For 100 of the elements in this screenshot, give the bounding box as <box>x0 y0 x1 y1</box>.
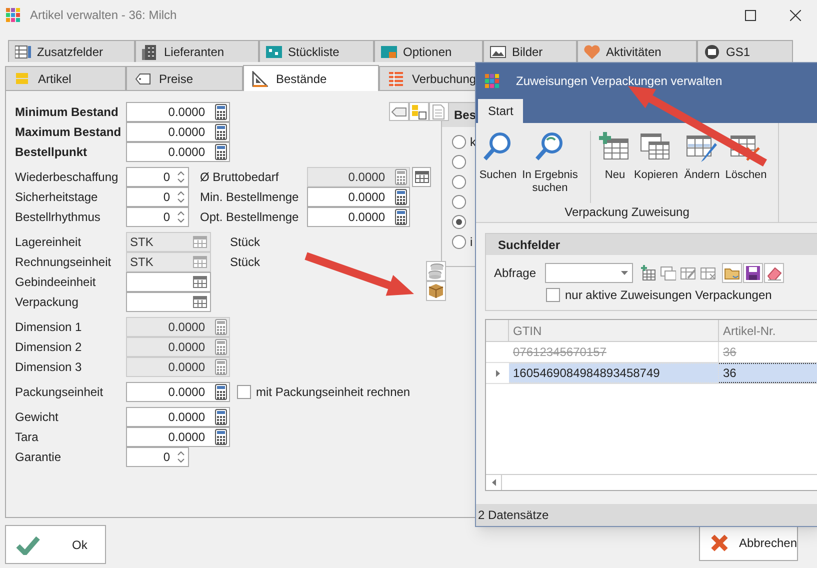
calculator-icon[interactable] <box>215 409 227 425</box>
radio-button[interactable] <box>452 135 466 149</box>
checkbox[interactable] <box>237 385 251 399</box>
copy-table-button[interactable] <box>659 264 677 282</box>
input-field[interactable]: 0.0000 <box>126 382 230 402</box>
save-button[interactable] <box>743 263 763 283</box>
input-field[interactable]: 0 <box>126 447 189 467</box>
field-label: Sicherheitstage <box>15 189 99 206</box>
column-header[interactable]: Artikel-Nr. <box>719 320 817 341</box>
ribbon-button[interactable]: Neu <box>598 131 632 182</box>
table-button[interactable] <box>412 167 431 187</box>
save-icon <box>745 265 761 281</box>
field-label: Opt. Bestellmenge <box>200 209 300 226</box>
tab[interactable]: Aktivitäten <box>577 40 697 62</box>
tab[interactable]: GS1 <box>697 40 793 62</box>
calculator-icon[interactable] <box>215 124 227 140</box>
ribbon-button[interactable]: Kopieren <box>632 131 680 182</box>
tab[interactable]: Optionen <box>374 40 483 62</box>
add-table-button[interactable] <box>639 264 657 282</box>
spinner-icon[interactable] <box>176 210 186 224</box>
box-button[interactable] <box>426 281 446 301</box>
tab[interactable]: Zusatzfelder <box>8 40 135 62</box>
input-field[interactable]: 0 <box>126 187 189 207</box>
input-field[interactable]: 0 <box>126 207 189 227</box>
table-icon[interactable] <box>414 171 428 183</box>
calculator-icon[interactable] <box>395 209 407 225</box>
input-field[interactable]: 0.0000 <box>126 142 230 162</box>
field-label: Rechnungseinheit <box>15 254 112 271</box>
input-field[interactable]: 0.0000 <box>126 102 230 122</box>
checkbox[interactable] <box>546 288 560 302</box>
input-field[interactable]: 0.0000 <box>126 427 230 447</box>
calculator-icon[interactable] <box>395 189 407 205</box>
radio-button[interactable] <box>452 195 466 209</box>
radio-button[interactable] <box>452 235 466 249</box>
panel-title: Suchfelder <box>498 236 560 254</box>
radio-button[interactable] <box>452 215 466 229</box>
tab[interactable]: Lieferanten <box>135 40 259 62</box>
table-cell: 1605469084984893458749 <box>509 363 719 383</box>
spinner-icon[interactable] <box>176 450 186 464</box>
copy-table-icon <box>660 265 676 281</box>
horizontal-scrollbar[interactable] <box>486 474 817 490</box>
ribbon-button[interactable]: In Ergebnis suchen <box>517 131 583 195</box>
coins-button[interactable] <box>426 261 446 281</box>
status-text: 2 Datensätze <box>478 507 549 524</box>
table-icon[interactable] <box>193 276 207 288</box>
checkbox-label: nur aktive Zuweisungen Verpackungen <box>565 287 772 304</box>
field-label: Gebindeeinheit <box>15 274 97 291</box>
layout-icon <box>411 104 427 120</box>
field-label: Lagereinheit <box>15 234 82 251</box>
tab[interactable]: Preise <box>126 66 243 90</box>
unit-label: Stück <box>230 254 260 271</box>
price-tag-button[interactable] <box>389 102 409 121</box>
calculator-icon[interactable] <box>215 144 227 160</box>
tab[interactable]: Stückliste <box>259 40 374 62</box>
building-icon <box>142 44 158 60</box>
price-tag-icon <box>135 70 151 86</box>
eraser-button[interactable] <box>764 263 784 283</box>
layout-button[interactable] <box>409 102 429 121</box>
delete-table-icon <box>700 265 716 281</box>
table-icon[interactable] <box>193 296 207 308</box>
calculator-icon[interactable] <box>215 104 227 120</box>
input-field[interactable]: 0.0000 <box>126 122 230 142</box>
field-label: Maximum Bestand <box>15 124 122 141</box>
ribbon-button[interactable]: Suchen <box>479 131 517 182</box>
radio-button[interactable] <box>452 175 466 189</box>
input-field[interactable] <box>126 292 211 312</box>
price-tag-icon <box>391 106 407 116</box>
radio-button[interactable] <box>452 155 466 169</box>
field-label: Dimension 3 <box>15 359 83 376</box>
calculator-icon[interactable] <box>215 384 227 400</box>
radio-label: i <box>470 234 473 251</box>
ribbon-tab[interactable]: Start <box>478 99 524 123</box>
grid-icon <box>381 44 397 60</box>
input-field[interactable]: 0.0000 <box>126 407 230 427</box>
field-label: Abfrage <box>494 265 538 282</box>
app-icon <box>485 74 499 88</box>
tab[interactable]: Bestände <box>243 65 379 91</box>
dialog-title: Zuweisungen Verpackungen verwalten <box>516 73 722 90</box>
ok-button[interactable]: Ok <box>5 525 106 564</box>
maximize-icon[interactable] <box>745 10 756 20</box>
cancel-button[interactable]: Abbrechen <box>699 525 798 561</box>
app-icon <box>6 8 20 22</box>
column-header[interactable]: GTIN <box>509 320 719 341</box>
field-label: Gewicht <box>15 409 60 426</box>
window-title: Artikel verwalten - 36: Milch <box>30 7 177 24</box>
input-field[interactable]: 0.0000 <box>307 207 410 227</box>
image-icon <box>490 44 506 60</box>
table-cell: 36 <box>719 363 817 383</box>
input-field[interactable]: 0 <box>126 167 189 187</box>
check-icon <box>16 534 40 554</box>
calculator-icon[interactable] <box>215 429 227 445</box>
input-field[interactable]: 0.0000 <box>307 187 410 207</box>
input-field[interactable] <box>126 272 211 292</box>
tab[interactable]: Artikel <box>5 66 126 90</box>
spinner-icon[interactable] <box>176 190 186 204</box>
spinner-icon[interactable] <box>176 170 186 184</box>
dropdown[interactable] <box>545 263 633 283</box>
close-icon[interactable] <box>790 10 801 20</box>
tab[interactable]: Bilder <box>483 40 577 62</box>
scroll-left-icon[interactable] <box>492 479 496 486</box>
